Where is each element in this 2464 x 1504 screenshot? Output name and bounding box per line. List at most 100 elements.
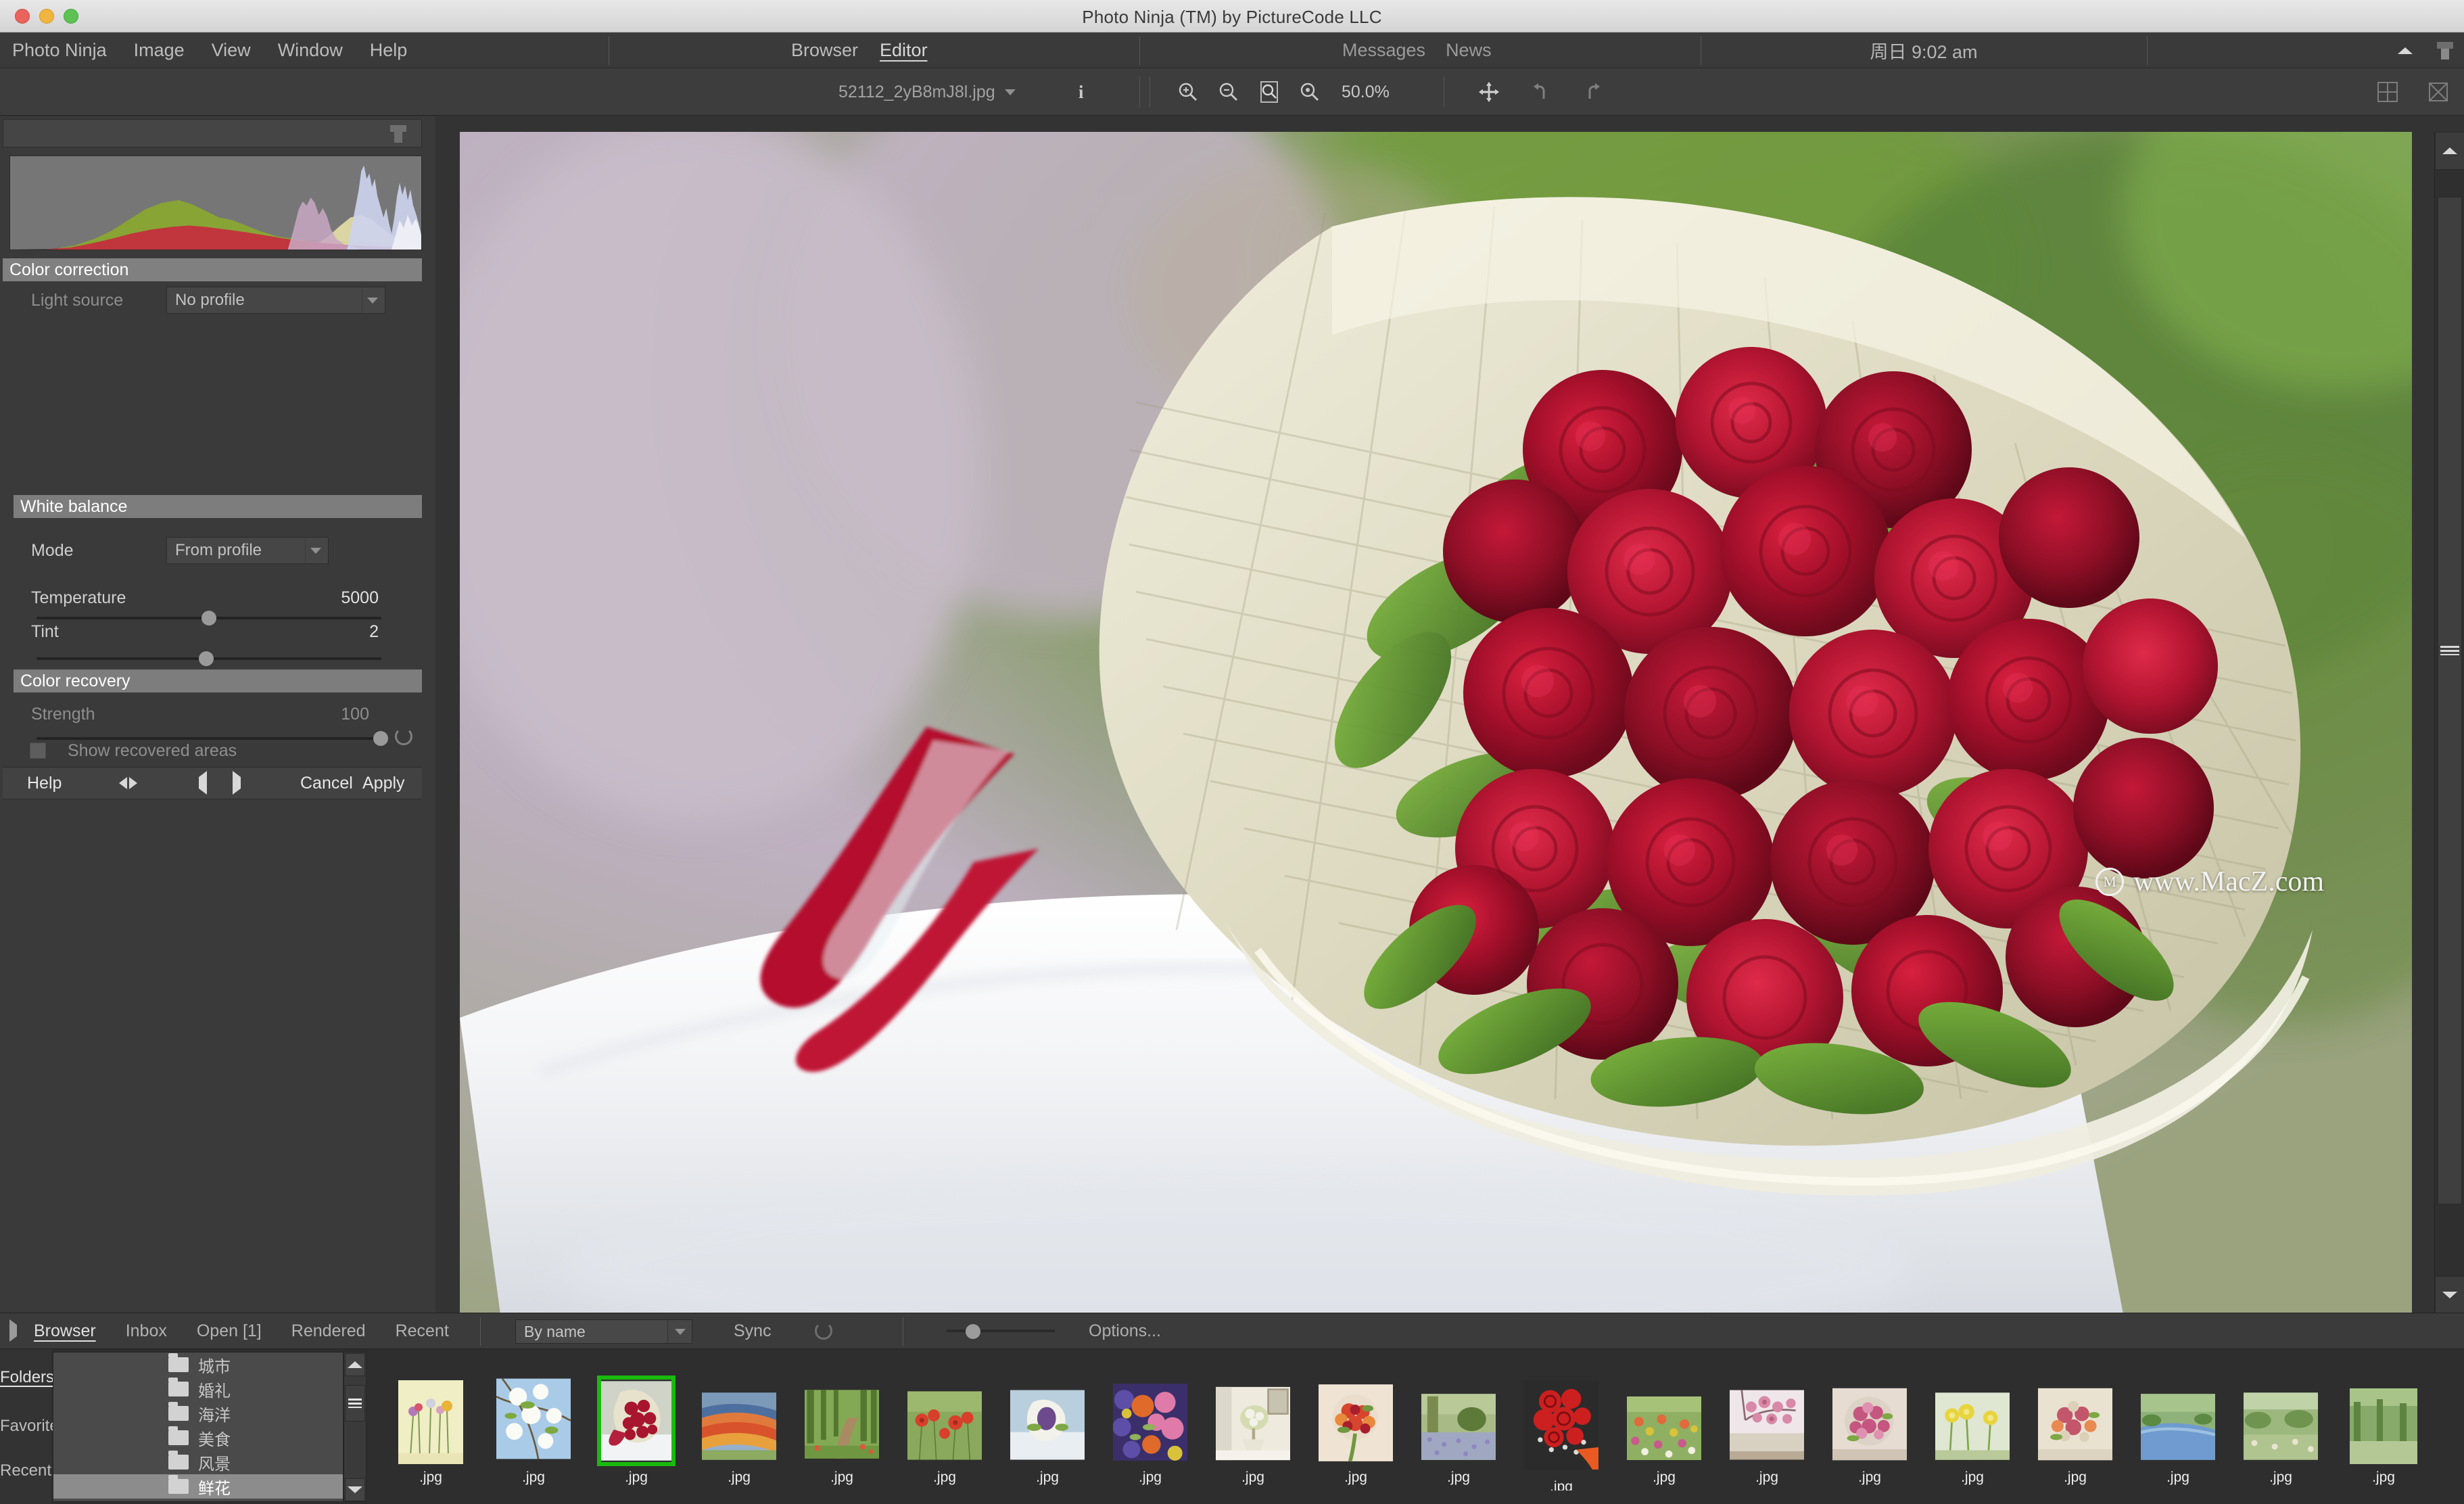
vertical-scroll-thumb[interactable] (2438, 197, 2462, 1204)
light-source-select[interactable]: No profile (166, 287, 385, 314)
thumbnail-item[interactable]: .jpg (1319, 1372, 1393, 1486)
browser-tab-browser[interactable]: Browser (34, 1321, 96, 1341)
browser-tab-rendered[interactable]: Rendered (291, 1321, 366, 1341)
close-image-icon[interactable] (2427, 81, 2449, 103)
menu-help[interactable]: Help (370, 40, 408, 61)
thumbnail-label: .jpg (2372, 1470, 2395, 1485)
thumbnail-item[interactable]: .jpg (1524, 1372, 1598, 1490)
rotate-right-icon[interactable] (1582, 81, 1603, 103)
folder-row-selected[interactable]: 鲜花 (53, 1474, 343, 1499)
next-adjustment-icon[interactable] (233, 771, 241, 795)
thumbnail-item[interactable]: .jpg (1421, 1372, 1496, 1486)
folder-list[interactable]: 城市 婚礼 海洋 美食 风景 鲜花 (53, 1352, 343, 1502)
sidebar-item-folders[interactable]: Folders (0, 1368, 54, 1387)
tab-browser[interactable]: Browser (791, 40, 858, 61)
folder-row[interactable]: 婚礼 (53, 1377, 343, 1401)
sync-button[interactable]: Sync (734, 1321, 772, 1341)
thumbnail-item[interactable]: .jpg (1216, 1372, 1290, 1486)
refresh-icon[interactable] (815, 1322, 832, 1340)
thumbnail-item[interactable]: .jpg (805, 1372, 879, 1486)
tint-slider-knob[interactable] (199, 651, 214, 666)
sidebar-item-favorites[interactable]: Favorites (0, 1417, 67, 1436)
sidebar-item-recent[interactable]: Recent (0, 1461, 51, 1480)
help-button[interactable]: Help (27, 774, 62, 793)
section-color-correction[interactable]: Color correction (3, 258, 422, 281)
thumbnail-item[interactable]: .jpg (1627, 1372, 1701, 1486)
thumbnail-item[interactable]: .jpg (2038, 1372, 2112, 1486)
thumbnail-item[interactable]: .jpg (2346, 1372, 2421, 1486)
fit-to-window-icon[interactable] (1258, 80, 1281, 104)
menu-window[interactable]: Window (278, 40, 343, 61)
folder-row[interactable]: 城市 (53, 1353, 343, 1377)
image-info-button[interactable]: i (1079, 68, 1084, 116)
thumbnail-item[interactable]: .jpg (1832, 1372, 1907, 1486)
menu-photo-ninja[interactable]: Photo Ninja (12, 40, 107, 61)
folder-scroll-down-button[interactable] (345, 1478, 365, 1501)
thumbnail-item[interactable]: .jpg (702, 1372, 776, 1486)
menu-right-icons (2398, 32, 2453, 68)
section-color-recovery[interactable]: Color recovery (14, 669, 422, 692)
white-balance-mode-select[interactable]: From profile (166, 537, 329, 564)
zoom-in-icon[interactable] (1177, 80, 1200, 103)
chevron-down-icon (667, 1320, 692, 1343)
thumbnail-item[interactable]: .jpg (1935, 1372, 2010, 1486)
menu-view[interactable]: View (212, 40, 251, 61)
thumbnail-item[interactable]: .jpg (2244, 1372, 2318, 1486)
thumbnail-item-selected[interactable]: .jpg (597, 1372, 676, 1486)
folder-list-scrollbar[interactable] (343, 1352, 366, 1502)
image-canvas[interactable]: M www.MacZ.com (460, 132, 2412, 1314)
thumbnail-item[interactable]: .jpg (1010, 1372, 1085, 1486)
pan-tool-icon[interactable] (1477, 80, 1500, 103)
section-white-balance[interactable]: White balance (14, 495, 422, 518)
scroll-down-button[interactable] (2435, 1276, 2464, 1314)
strength-row: Strength 100 (0, 699, 435, 729)
collapse-up-icon[interactable] (2398, 47, 2413, 54)
chevron-down-icon[interactable] (1004, 89, 1016, 95)
thumbnail-item[interactable]: .jpg (1113, 1372, 1187, 1486)
thumbnail-item[interactable]: .jpg (394, 1372, 468, 1486)
thumbnail-strip[interactable]: .jpg .jpg .jpg .jpg .jpg .jpg .jpg .jpg … (376, 1349, 2464, 1490)
expand-browser-icon[interactable] (9, 1319, 17, 1342)
browser-tab-recent[interactable]: Recent (396, 1321, 449, 1341)
browser-tab-inbox[interactable]: Inbox (126, 1321, 167, 1341)
prev-next-pair-icon[interactable] (119, 777, 137, 789)
folder-row[interactable]: 美食 (53, 1426, 343, 1450)
options-button[interactable]: Options... (1089, 1321, 1161, 1341)
tab-editor[interactable]: Editor (880, 40, 928, 61)
sort-by-select[interactable]: By name (515, 1319, 692, 1344)
chevron-down-icon (362, 287, 382, 313)
menu-news[interactable]: News (1446, 40, 1492, 61)
thumbnail-size-slider[interactable] (947, 1330, 1055, 1332)
apply-button[interactable]: Apply (362, 774, 405, 793)
thumbnail-size-knob[interactable] (966, 1324, 980, 1339)
menu-messages[interactable]: Messages (1342, 40, 1425, 61)
folder-row[interactable]: 风景 (53, 1450, 343, 1474)
previous-adjustment-icon[interactable] (199, 771, 207, 795)
pin-panel-icon[interactable] (390, 125, 406, 143)
zoom-out-icon[interactable] (1217, 80, 1240, 103)
thumbnail-label: .jpg (1961, 1470, 1984, 1485)
thumbnail-image (2038, 1388, 2112, 1461)
split-view-icon[interactable] (2377, 82, 2398, 102)
canvas-vertical-scrollbar[interactable] (2434, 132, 2464, 1314)
filename-selector[interactable]: 52112_2yB8mJ8l.jpg (838, 68, 1016, 116)
tint-slider[interactable] (37, 651, 381, 666)
thumbnail-image (805, 1390, 879, 1459)
watermark-text: www.MacZ.com (2133, 866, 2324, 897)
browser-tab-open[interactable]: Open [1] (197, 1321, 262, 1341)
folder-scroll-up-button[interactable] (345, 1353, 365, 1376)
thumbnail-item[interactable]: .jpg (496, 1372, 571, 1486)
show-recovered-checkbox[interactable] (30, 743, 46, 759)
menu-image[interactable]: Image (134, 40, 185, 61)
zoom-100-icon[interactable] (1298, 80, 1321, 103)
thumbnail-item[interactable]: .jpg (1730, 1372, 1804, 1486)
folder-row[interactable]: 海洋 (53, 1401, 343, 1426)
rotate-left-icon[interactable] (1530, 81, 1552, 103)
thumbnail-item[interactable]: .jpg (2141, 1372, 2215, 1486)
scroll-up-button[interactable] (2435, 132, 2464, 170)
cancel-button[interactable]: Cancel (300, 774, 353, 793)
pin-icon[interactable] (2437, 41, 2453, 60)
thumbnail-image (1524, 1380, 1598, 1470)
thumbnail-item[interactable]: .jpg (907, 1372, 982, 1486)
thumbnail-image (1935, 1392, 2010, 1460)
